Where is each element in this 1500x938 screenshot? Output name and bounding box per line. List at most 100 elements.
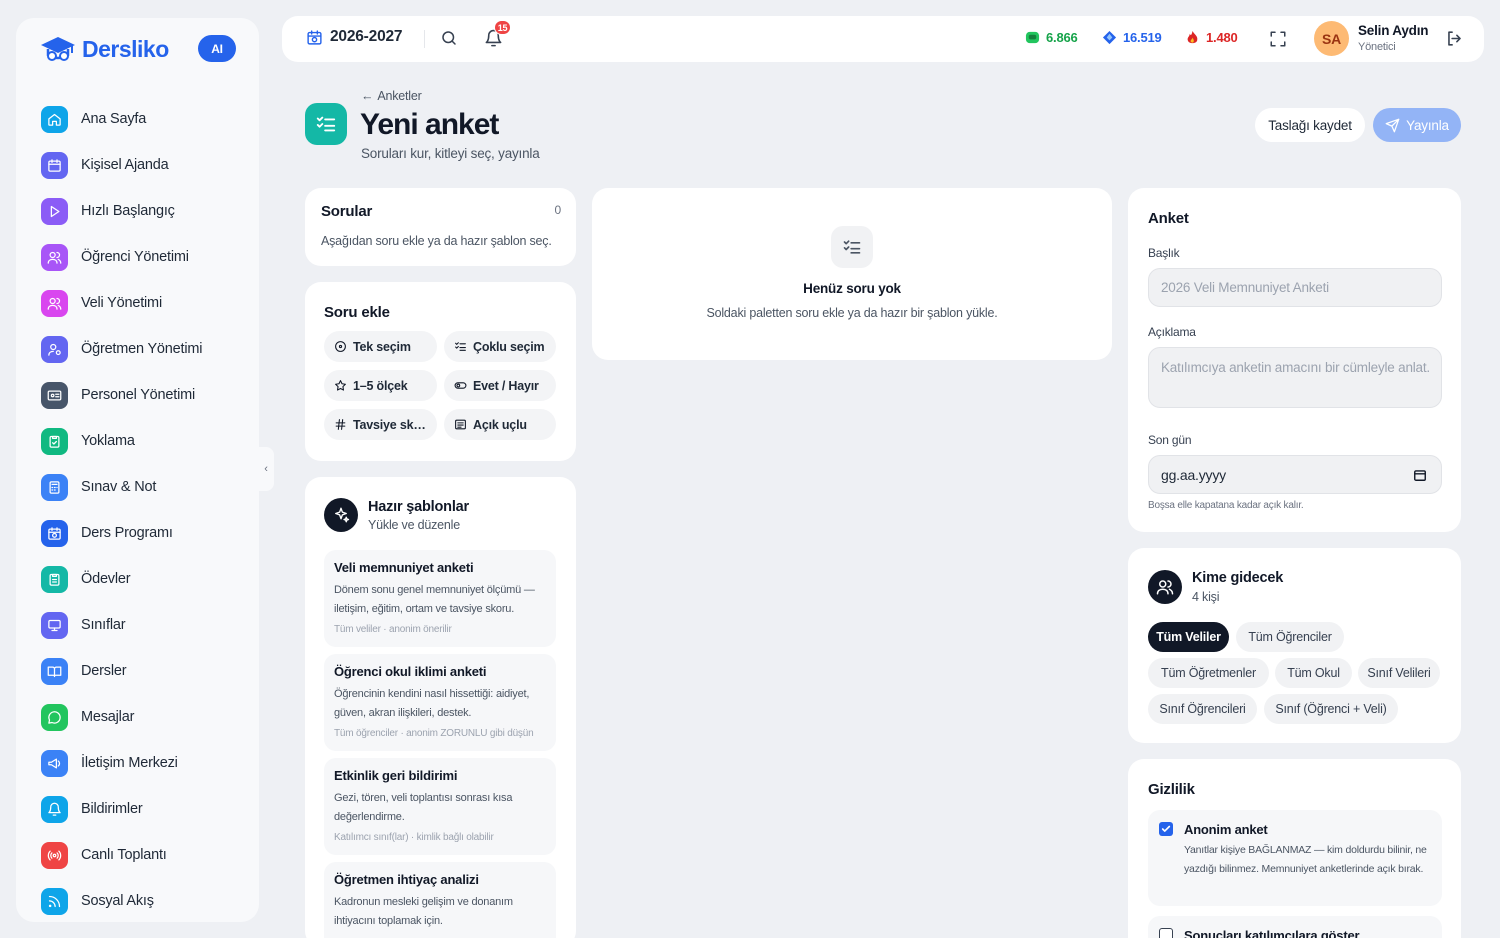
show-results-checkbox[interactable] bbox=[1159, 928, 1173, 938]
users-icon bbox=[41, 243, 68, 271]
user-role: Yönetici bbox=[1358, 41, 1396, 53]
audience-option-all-students[interactable]: Tüm Öğrenciler bbox=[1236, 622, 1344, 652]
sidebar-item-0[interactable]: Ana Sayfa bbox=[41, 96, 241, 142]
ai-button[interactable]: AI bbox=[198, 35, 236, 62]
academic-year: 2026-2027 bbox=[330, 28, 403, 45]
sidebar-item-3[interactable]: Öğrenci Yönetimi bbox=[41, 234, 241, 280]
sidebar-item-11[interactable]: Sınıflar bbox=[41, 602, 241, 648]
deadline-date-input[interactable]: gg.aa.yyyy bbox=[1148, 455, 1442, 494]
description-placeholder: Katılımcıya anketin amacını bir cümleyle… bbox=[1161, 360, 1430, 375]
sidebar-item-label: Kişisel Ajanda bbox=[81, 157, 169, 173]
user-name[interactable]: Selin Aydın bbox=[1358, 23, 1429, 38]
template-item[interactable]: Öğrenci okul iklimi anketi Öğrencinin ke… bbox=[324, 654, 556, 751]
survey-description-input[interactable]: Katılımcıya anketin amacını bir cümleyle… bbox=[1148, 347, 1442, 408]
calendar-clock-icon bbox=[41, 519, 68, 547]
radio-icon bbox=[41, 841, 68, 869]
audience-option-class-both[interactable]: Sınıf (Öğrenci + Veli) bbox=[1264, 694, 1398, 724]
logout-icon[interactable] bbox=[1445, 29, 1464, 48]
academic-year-selector[interactable]: 2026-2027 bbox=[306, 28, 403, 46]
audience-option-class-parents[interactable]: Sınıf Velileri bbox=[1358, 658, 1440, 688]
title-placeholder: 2026 Veli Memnuniyet Anketi bbox=[1161, 280, 1329, 295]
sidebar-item-15[interactable]: Bildirimler bbox=[41, 786, 241, 832]
stat-green[interactable]: 6.866 bbox=[1025, 30, 1078, 45]
template-item[interactable]: Veli memnuniyet anketi Dönem sonu genel … bbox=[324, 550, 556, 647]
template-item[interactable]: Etkinlik geri bildirimi Gezi, tören, vel… bbox=[324, 758, 556, 855]
templates-subtitle: Yükle ve düzenle bbox=[368, 518, 461, 532]
template-meta: Katılımcı sınıf(lar) · kimlik bağlı olab… bbox=[334, 832, 494, 843]
audience-card: Kime gidecek 4 kişi Tüm Veliler Tüm Öğre… bbox=[1128, 548, 1461, 743]
breadcrumb[interactable]: ← Anketler bbox=[361, 89, 422, 103]
megaphone-icon bbox=[41, 749, 68, 777]
breadcrumb-link[interactable]: Anketler bbox=[377, 89, 421, 103]
template-title: Öğrenci okul iklimi anketi bbox=[334, 664, 487, 679]
sidebar-item-9[interactable]: Ders Programı bbox=[41, 510, 241, 556]
arrow-left-icon: ← bbox=[361, 89, 374, 103]
sidebar-item-label: Ders Programı bbox=[81, 525, 173, 541]
sidebar-collapse-button[interactable]: ‹ bbox=[258, 447, 274, 491]
id-card-icon bbox=[41, 381, 68, 409]
stat-value: 6.866 bbox=[1046, 30, 1078, 45]
page-subtitle: Soruları kur, kitleyi seç, yayınla bbox=[361, 146, 540, 161]
privacy-card: Gizlilik Anonim anket Yanıtlar kişiye BA… bbox=[1128, 759, 1461, 938]
question-type-yes-no[interactable]: Evet / Hayır bbox=[444, 370, 556, 401]
fullscreen-icon[interactable] bbox=[1269, 30, 1287, 48]
sidebar-item-label: Hızlı Başlangıç bbox=[81, 203, 175, 219]
sidebar-item-5[interactable]: Öğretmen Yönetimi bbox=[41, 326, 241, 372]
gem-icon bbox=[1025, 31, 1040, 44]
chip-label: Tavsiye skoru bbox=[353, 417, 427, 432]
sidebar-item-label: Dersler bbox=[81, 663, 127, 679]
search-icon[interactable] bbox=[440, 29, 458, 47]
question-type-nps[interactable]: Tavsiye skoru bbox=[324, 409, 437, 440]
sidebar-item-12[interactable]: Dersler bbox=[41, 648, 241, 694]
calendar-icon[interactable] bbox=[1413, 468, 1427, 482]
sidebar-item-8[interactable]: Sınav & Not bbox=[41, 464, 241, 510]
gem-icon bbox=[1102, 30, 1117, 45]
survey-title-input[interactable]: 2026 Veli Memnuniyet Anketi bbox=[1148, 268, 1442, 307]
play-icon bbox=[41, 197, 68, 225]
sidebar-item-13[interactable]: Mesajlar bbox=[41, 694, 241, 740]
sidebar-item-label: Veli Yönetimi bbox=[81, 295, 162, 311]
avatar[interactable]: SA bbox=[1314, 21, 1349, 56]
sparkles-icon bbox=[324, 498, 358, 532]
audience-option-all-teachers[interactable]: Tüm Öğretmenler bbox=[1148, 658, 1269, 688]
template-item[interactable]: Öğretmen ihtiyaç analizi Kadronun meslek… bbox=[324, 862, 556, 938]
audience-count: 4 kişi bbox=[1192, 590, 1220, 604]
survey-details-card: Anket Başlık 2026 Veli Memnuniyet Anketi… bbox=[1128, 188, 1461, 532]
divider bbox=[424, 30, 425, 48]
template-title: Öğretmen ihtiyaç analizi bbox=[334, 872, 479, 887]
sidebar-item-2[interactable]: Hızlı Başlangıç bbox=[41, 188, 241, 234]
stat-red[interactable]: 1.480 bbox=[1185, 30, 1238, 45]
questions-canvas: Henüz soru yok Soldaki paletten soru ekl… bbox=[592, 188, 1112, 360]
sidebar-item-6[interactable]: Personel Yönetimi bbox=[41, 372, 241, 418]
template-title: Veli memnuniyet anketi bbox=[334, 560, 474, 575]
publish-button[interactable]: Yayınla bbox=[1373, 108, 1461, 142]
show-results-option[interactable]: Sonuçları katılımcılara göster bbox=[1148, 916, 1442, 938]
template-title: Etkinlik geri bildirimi bbox=[334, 768, 458, 783]
sidebar-item-label: Öğretmen Yönetimi bbox=[81, 341, 203, 357]
list-checks-icon bbox=[455, 342, 466, 351]
audience-option-all-parents[interactable]: Tüm Veliler bbox=[1148, 622, 1229, 652]
sidebar-item-16[interactable]: Canlı Toplantı bbox=[41, 832, 241, 878]
sidebar-item-17[interactable]: Sosyal Akış bbox=[41, 878, 241, 924]
save-draft-button[interactable]: Taslağı kaydet bbox=[1255, 108, 1365, 142]
sidebar-item-label: Personel Yönetimi bbox=[81, 387, 196, 403]
audience-option-class-students[interactable]: Sınıf Öğrencileri bbox=[1148, 694, 1257, 724]
audience-option-whole-school[interactable]: Tüm Okul bbox=[1275, 658, 1352, 688]
question-type-single-choice[interactable]: Tek seçim bbox=[324, 331, 437, 362]
question-type-multi-choice[interactable]: Çoklu seçim bbox=[444, 331, 556, 362]
sidebar-item-4[interactable]: Veli Yönetimi bbox=[41, 280, 241, 326]
sidebar-item-label: Bildirimler bbox=[81, 801, 143, 817]
stat-blue[interactable]: 16.519 bbox=[1102, 30, 1162, 45]
question-type-scale[interactable]: 1–5 ölçek bbox=[324, 370, 437, 401]
app-logo[interactable]: Dersliko bbox=[38, 34, 169, 64]
question-type-open-ended[interactable]: Açık uçlu bbox=[444, 409, 556, 440]
deadline-label: Son gün bbox=[1148, 433, 1192, 447]
sidebar-item-7[interactable]: Yoklama bbox=[41, 418, 241, 464]
anonymous-option[interactable]: Anonim anket Yanıtlar kişiye BAĞLANMAZ —… bbox=[1148, 810, 1442, 906]
sidebar-item-10[interactable]: Ödevler bbox=[41, 556, 241, 602]
sidebar-item-14[interactable]: İletişim Merkezi bbox=[41, 740, 241, 786]
template-desc: Gezi, tören, veli toplantısı sonrası kıs… bbox=[334, 792, 513, 823]
sidebar-item-1[interactable]: Kişisel Ajanda bbox=[41, 142, 241, 188]
graduation-cap-icon bbox=[41, 37, 75, 61]
anonymous-checkbox[interactable] bbox=[1159, 822, 1173, 836]
